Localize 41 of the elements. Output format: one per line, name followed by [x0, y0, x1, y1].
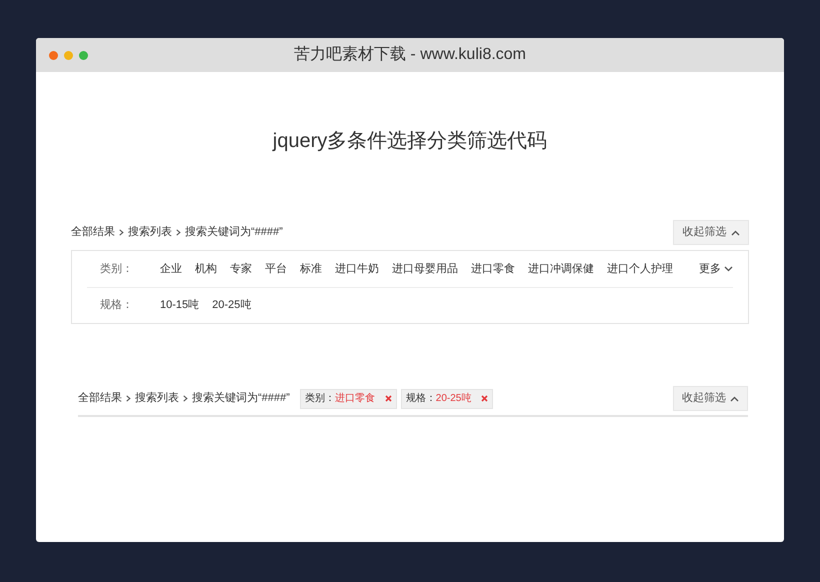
filter-option[interactable]: 20-25吨	[212, 297, 252, 314]
filter-option[interactable]: 标准	[300, 260, 322, 278]
breadcrumb-link[interactable]: 搜索列表	[135, 390, 179, 407]
selected-filter-tag[interactable]: 规格：20-25吨	[400, 388, 494, 408]
chevron-right-icon	[125, 395, 132, 402]
filter-option[interactable]: 进口牛奶	[335, 260, 379, 278]
collapse-filter-button[interactable]: 收起筛选	[673, 386, 748, 411]
chevron-down-icon	[724, 266, 733, 272]
chevron-up-icon	[730, 230, 740, 236]
breadcrumb-link[interactable]: 搜索关键词为“####”	[192, 390, 290, 407]
filter-option[interactable]: 平台	[265, 260, 287, 278]
filter-label: 规格：	[99, 298, 134, 314]
filter-option[interactable]: 进口母婴用品	[392, 260, 458, 278]
close-button[interactable]	[49, 50, 58, 60]
chevron-right-icon	[175, 229, 182, 236]
filter-option[interactable]: 进口零食	[471, 260, 515, 278]
tag-text: 规格：20-25吨	[406, 392, 472, 406]
selected-filter-tag[interactable]: 类别：进口零食	[300, 388, 397, 408]
chevron-right-icon	[182, 395, 189, 402]
filter-option[interactable]: 10-15吨	[160, 297, 200, 314]
chevron-right-icon	[118, 229, 125, 236]
breadcrumb-link[interactable]: 搜索关键词为“####”	[185, 224, 283, 241]
filter-option[interactable]: 机构	[195, 260, 217, 278]
filter-option[interactable]: 企业	[160, 260, 182, 278]
breadcrumb-link[interactable]: 搜索列表	[128, 224, 172, 241]
breadcrumb-link[interactable]: 全部结果	[78, 390, 122, 407]
maximize-button[interactable]	[79, 50, 88, 60]
minimize-button[interactable]	[64, 50, 73, 60]
breadcrumb-link[interactable]: 全部结果	[71, 224, 115, 241]
filter-label: 类别：	[99, 262, 134, 277]
filter-option[interactable]: 进口个人护理	[607, 260, 673, 278]
chevron-up-icon	[730, 396, 739, 402]
filter-option[interactable]: 专家	[230, 260, 252, 278]
window-title: 苦力吧素材下载 - www.kuli8.com	[292, 44, 528, 65]
close-icon[interactable]	[481, 395, 488, 402]
page-heading: jquery多条件选择分类筛选代码	[272, 129, 548, 154]
more-button[interactable]: 更多	[699, 260, 733, 278]
close-icon[interactable]	[384, 395, 392, 402]
filter-option[interactable]: 进口冲调保健	[528, 260, 594, 278]
tag-text: 类别：进口零食	[304, 392, 375, 406]
collapse-filter-button[interactable]: 收起筛选	[673, 220, 749, 245]
